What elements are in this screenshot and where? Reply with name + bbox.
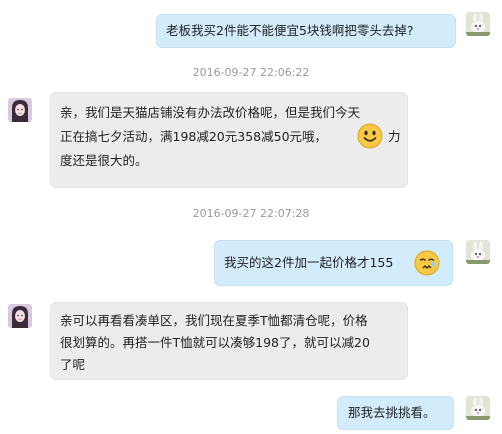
- message-line: 很划算的。再搭一件T恤就可以凑够198了，就可以减20: [60, 335, 370, 350]
- message-line: 亲，我们是天猫店铺没有办法改价格呢，但是我们今天: [60, 105, 361, 120]
- rabbit-avatar-icon: [466, 240, 490, 264]
- outgoing-message-1: 老板我买2件能不能便宜5块钱啊把零头去掉?: [156, 14, 456, 48]
- rabbit-avatar-icon: [466, 12, 490, 36]
- shop-avatar[interactable]: [466, 396, 490, 420]
- message-text: 那我去挑挑看。: [348, 405, 436, 420]
- timestamp: 2016-09-27 22:07:28: [192, 207, 310, 220]
- outgoing-message-5: 那我去挑挑看。: [337, 396, 454, 430]
- smile-emoji-icon: [357, 123, 383, 149]
- incoming-message-4: 亲可以再看看凑单区，我们现在夏季T恤都清仓呢，价格 很划算的。再搭一件T恤就可以…: [50, 302, 408, 380]
- timestamp: 2016-09-27 22:06:22: [192, 66, 310, 79]
- message-line: 力: [388, 129, 401, 144]
- message-line: 了呢: [60, 357, 86, 372]
- girl-avatar-icon: [8, 98, 32, 122]
- shop-avatar[interactable]: [466, 240, 490, 264]
- message-line: 亲可以再看看凑单区，我们现在夏季T恤都清仓呢，价格: [60, 313, 368, 328]
- message-line: 正在搞七夕活动，满198减20元358减50元哦，: [60, 129, 328, 144]
- shop-avatar[interactable]: [466, 12, 490, 36]
- girl-avatar-icon: [8, 304, 32, 328]
- incoming-message-2: 亲，我们是天猫店铺没有办法改价格呢，但是我们今天 正在搞七夕活动，满198减20…: [50, 92, 408, 188]
- message-text: 老板我买2件能不能便宜5块钱啊把零头去掉?: [166, 23, 414, 38]
- sad-emoji-icon: [414, 250, 440, 276]
- outgoing-message-3: 我买的这2件加一起价格才155: [214, 240, 453, 286]
- user-avatar[interactable]: [8, 304, 32, 328]
- user-avatar[interactable]: [8, 98, 32, 122]
- message-text: 我买的这2件加一起价格才155: [224, 255, 394, 270]
- rabbit-avatar-icon: [466, 396, 490, 420]
- message-line: 度还是很大的。: [60, 153, 148, 168]
